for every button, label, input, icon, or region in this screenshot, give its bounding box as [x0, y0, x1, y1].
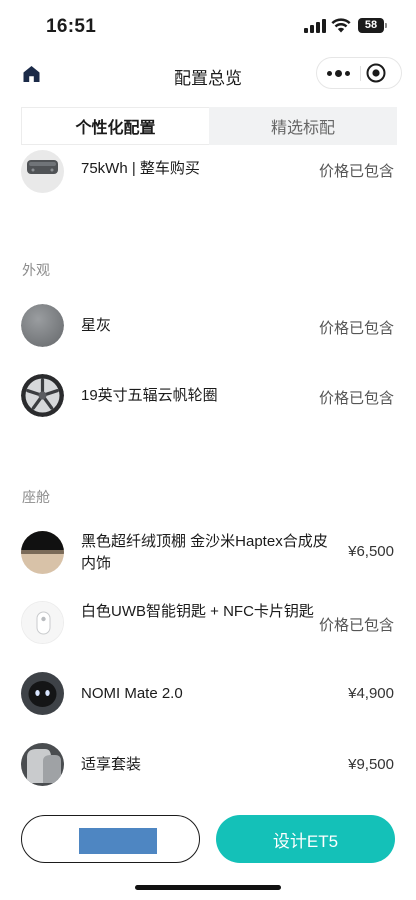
more-icon[interactable]: [317, 58, 360, 88]
list-item-price: 价格已包含: [318, 617, 394, 634]
capsule-divider: [360, 66, 361, 81]
list-item-label: 黑色超纤绒顶棚 金沙米Haptex合成皮内饰: [81, 533, 328, 572]
secondary-button[interactable]: [21, 815, 200, 863]
list-item-price: 价格已包含: [318, 390, 394, 407]
mini-program-capsule: [316, 57, 402, 89]
list-item-battery[interactable]: 75kWh | 整车购买 价格已包含: [0, 146, 416, 206]
color-swatch-thumbnail: [21, 304, 64, 347]
list-item-label: NOMI Mate 2.0: [81, 685, 183, 702]
home-indicator: [135, 885, 281, 890]
list-item-price: 价格已包含: [318, 163, 394, 180]
nav-bar: 配置总览: [0, 52, 416, 96]
list-item-price: ¥6,500: [348, 543, 394, 560]
status-bar: 16:51 58: [0, 0, 416, 52]
tab-featured-standard[interactable]: 精选标配: [209, 107, 397, 145]
comfort-package-thumbnail: [21, 743, 64, 786]
list-item-label: 75kWh | 整车购买: [81, 160, 200, 177]
config-tabs: 个性化配置 精选标配: [21, 107, 397, 145]
smart-key-thumbnail: [21, 601, 64, 644]
list-item-label: 白色UWB智能钥匙 + NFC卡片钥匙: [81, 603, 314, 620]
list-item-price: 价格已包含: [318, 320, 394, 337]
list-item-interior[interactable]: 黑色超纤绒顶棚 金沙米Haptex合成皮内饰 ¥6,500: [0, 522, 416, 584]
list-item-label: 星灰: [81, 317, 112, 334]
list-item-price: ¥9,500: [348, 756, 394, 773]
close-mini-program-icon[interactable]: [365, 62, 387, 84]
design-et5-button[interactable]: 设计ET5: [216, 815, 395, 863]
section-title-cabin: 座舱: [22, 489, 50, 505]
list-item-comfort-package[interactable]: 适享套装 ¥9,500: [0, 735, 416, 795]
battery-level: 58: [358, 18, 384, 33]
signal-icon: [304, 19, 326, 33]
wheel-thumbnail: [21, 374, 64, 417]
battery-cap: [385, 23, 387, 28]
list-item-price: ¥4,900: [348, 685, 394, 702]
list-item-label: 适享套装: [81, 756, 142, 773]
battery-icon: 58: [358, 18, 388, 33]
redacted-label: [79, 828, 157, 854]
tab-personalized-config[interactable]: 个性化配置: [21, 107, 209, 145]
list-item-wheels[interactable]: 19英寸五辐云帆轮圈 价格已包含: [0, 366, 416, 426]
section-title-exterior: 外观: [22, 262, 50, 278]
list-item-color[interactable]: 星灰 价格已包含: [0, 296, 416, 356]
status-time: 16:51: [46, 16, 97, 37]
battery-pack-thumbnail: [21, 150, 64, 193]
wifi-icon: [331, 18, 351, 33]
list-item-key[interactable]: 白色UWB智能钥匙 + NFC卡片钥匙 价格已包含: [0, 593, 416, 655]
interior-thumbnail: [21, 531, 64, 574]
nomi-thumbnail: [21, 672, 64, 715]
list-item-label: 19英寸五辐云帆轮圈: [81, 387, 218, 404]
list-item-nomi[interactable]: NOMI Mate 2.0 ¥4,900: [0, 664, 416, 724]
